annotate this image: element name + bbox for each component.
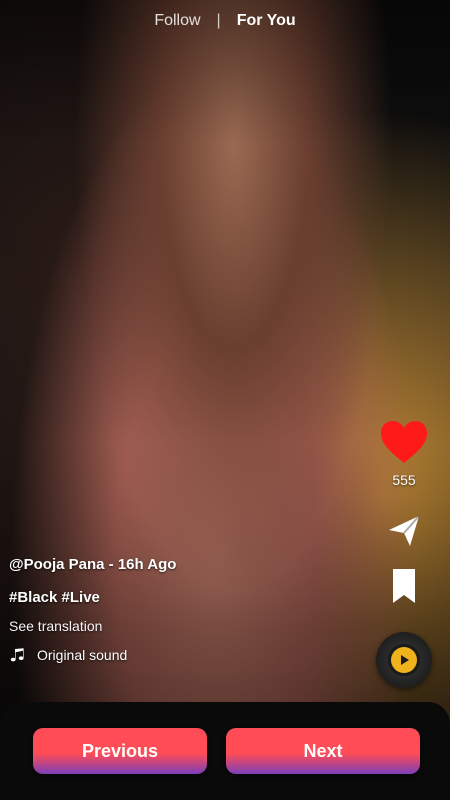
sound-row[interactable]: Original sound	[9, 646, 339, 664]
play-icon-container	[391, 647, 417, 673]
hashtags[interactable]: #Black #Live	[9, 589, 339, 606]
post-meta: @Pooja Pana - 16h Ago #Black #Live See t…	[9, 556, 339, 664]
author-line[interactable]: @Pooja Pana - 16h Ago	[9, 556, 339, 573]
play-icon	[397, 653, 411, 667]
save-button[interactable]	[376, 558, 432, 614]
heart-icon	[378, 419, 430, 465]
bookmark-icon	[389, 567, 419, 605]
tab-follow[interactable]: Follow	[154, 12, 200, 30]
see-translation-link[interactable]: See translation	[9, 618, 339, 634]
share-button[interactable]	[376, 502, 432, 558]
sound-label: Original sound	[37, 647, 128, 663]
like-count: 555	[392, 472, 416, 488]
right-actions: 555	[372, 414, 436, 688]
top-tabs: Follow | For You	[0, 12, 450, 30]
next-button[interactable]: Next	[226, 728, 420, 774]
sound-disc[interactable]	[376, 632, 432, 688]
like-button[interactable]	[376, 414, 432, 470]
previous-button[interactable]: Previous	[33, 728, 207, 774]
video-feed-screen: Follow | For You 555 @Pooja Pana - 16h A…	[0, 0, 450, 800]
tab-for-you[interactable]: For You	[237, 12, 296, 30]
bottom-navigation: Previous Next	[0, 702, 450, 800]
music-note-icon	[9, 646, 27, 664]
send-icon	[384, 510, 424, 550]
tabs-separator: |	[216, 12, 221, 29]
